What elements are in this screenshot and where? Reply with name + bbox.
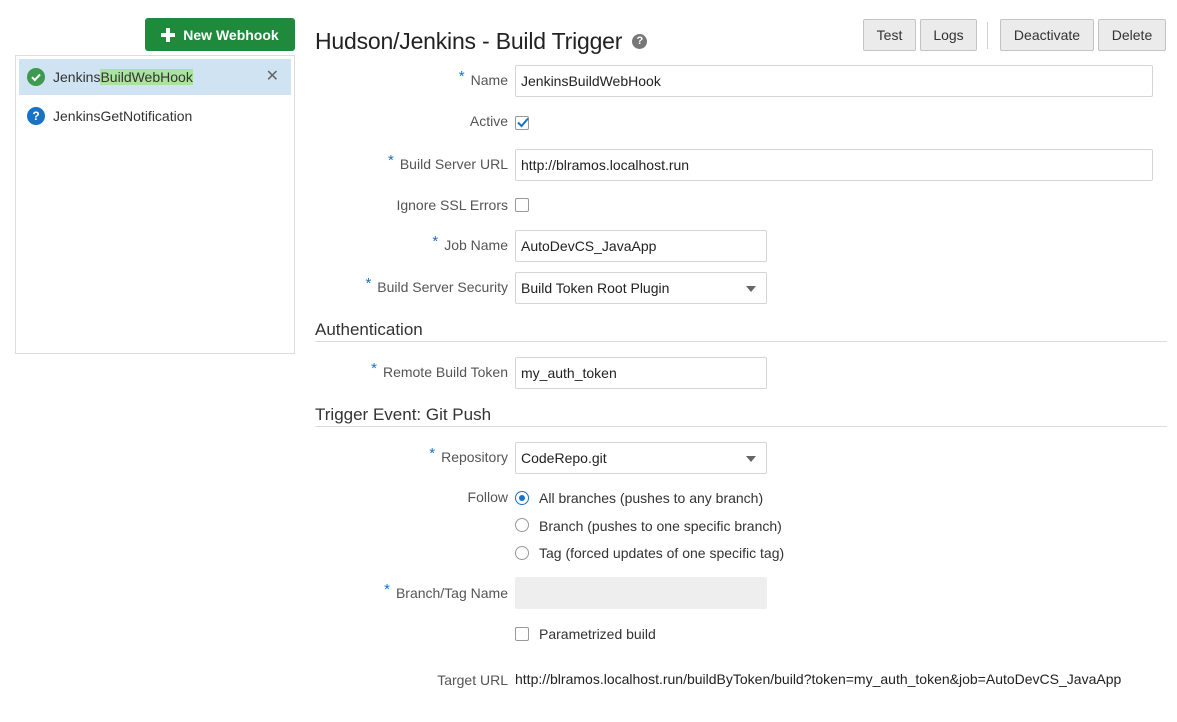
new-webhook-label: New Webhook: [183, 26, 279, 43]
trigger-heading: Trigger Event: Git Push: [315, 405, 492, 424]
parametrized-build-label: Parametrized build: [539, 626, 656, 642]
section-divider: [315, 426, 1167, 427]
webhook-item-label: JenkinsBuildWebHook: [53, 69, 193, 85]
follow-branch-radio[interactable]: [515, 518, 529, 532]
follow-branch-label: Branch (pushes to one specific branch): [539, 518, 782, 534]
chevron-down-icon: [746, 456, 756, 462]
active-label: Active: [469, 113, 508, 129]
name-input[interactable]: JenkinsBuildWebHook: [515, 65, 1153, 97]
webhook-list: JenkinsBuildWebHook ✕ ? JenkinsGetNotifi…: [15, 55, 295, 354]
section-divider: [315, 341, 1167, 342]
checkmark-icon: [517, 117, 529, 128]
build-server-security-value: Build Token Root Plugin: [521, 280, 670, 296]
ignore-ssl-label: Ignore SSL Errors: [396, 197, 508, 213]
webhook-item-jenkins-build[interactable]: JenkinsBuildWebHook ✕: [19, 59, 291, 95]
remote-build-token-label: * Remote Build Token: [371, 360, 508, 380]
remote-build-token-input[interactable]: my_auth_token: [515, 357, 767, 389]
parametrized-build-checkbox[interactable]: [515, 627, 529, 641]
page-title: Hudson/Jenkins - Build Trigger?: [315, 28, 648, 55]
repository-value: CodeRepo.git: [521, 450, 607, 466]
follow-label: Follow: [467, 489, 508, 505]
search-highlight: BuildWebHook: [100, 69, 193, 85]
test-button[interactable]: Test: [863, 19, 916, 51]
target-url-label: Target URL: [437, 672, 508, 688]
question-circle-icon: ?: [27, 107, 45, 125]
deactivate-button[interactable]: Deactivate: [1000, 19, 1094, 51]
chevron-down-icon: [746, 286, 756, 292]
job-name-label: * Job Name: [432, 233, 508, 253]
build-server-url-input[interactable]: http://blramos.localhost.run: [515, 149, 1153, 181]
webhook-item-jenkins-notification[interactable]: ? JenkinsGetNotification: [19, 98, 291, 134]
required-marker: *: [458, 68, 465, 85]
delete-button[interactable]: Delete: [1098, 19, 1166, 51]
build-server-security-select[interactable]: Build Token Root Plugin: [515, 272, 767, 304]
webhook-item-label: JenkinsGetNotification: [53, 108, 193, 124]
plus-icon: [161, 27, 176, 42]
build-server-url-label: * Build Server URL: [388, 152, 508, 172]
follow-all-branches-label: All branches (pushes to any branch): [539, 490, 764, 506]
target-url-value: http://blramos.localhost.run/buildByToke…: [515, 671, 1122, 687]
webhook-page: New Webhook JenkinsBuildWebHook ✕ ? Jenk…: [0, 0, 1177, 722]
close-icon[interactable]: ✕: [266, 68, 279, 86]
help-icon[interactable]: ?: [632, 34, 648, 50]
ignore-ssl-checkbox[interactable]: [515, 198, 529, 212]
follow-tag-radio[interactable]: [515, 546, 529, 560]
follow-all-branches-radio[interactable]: [515, 491, 529, 505]
repository-label: * Repository: [429, 445, 508, 465]
job-name-input[interactable]: AutoDevCS_JavaApp: [515, 230, 767, 262]
branch-tag-name-label: * Branch/Tag Name: [384, 581, 508, 601]
toolbar-divider: [987, 22, 988, 49]
page-title-text: Hudson/Jenkins - Build Trigger: [315, 28, 623, 54]
follow-tag-label: Tag (forced updates of one specific tag): [539, 545, 785, 561]
authentication-heading: Authentication: [315, 320, 423, 339]
active-checkbox[interactable]: [515, 116, 529, 130]
new-webhook-button[interactable]: New Webhook: [145, 18, 295, 51]
repository-select[interactable]: CodeRepo.git: [515, 442, 767, 474]
name-label: * Name: [458, 68, 508, 88]
branch-tag-name-input[interactable]: [515, 577, 767, 609]
build-server-security-label: * Build Server Security: [365, 275, 508, 295]
check-circle-icon: [27, 68, 45, 86]
logs-button[interactable]: Logs: [920, 19, 977, 51]
